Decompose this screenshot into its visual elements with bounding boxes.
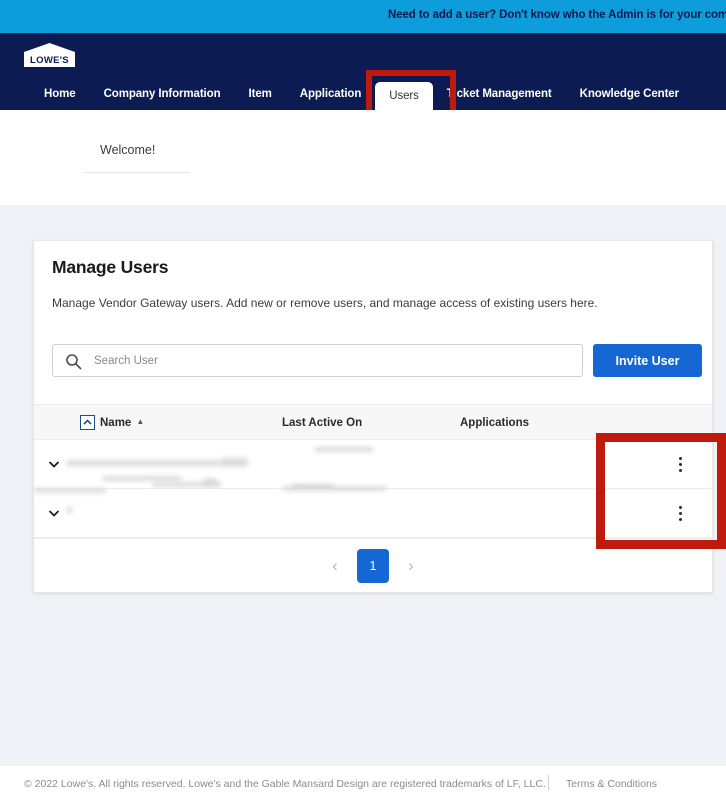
footer-divider bbox=[548, 775, 549, 790]
search-input[interactable] bbox=[94, 345, 579, 376]
main-nav: Home Company Information Item Applicatio… bbox=[0, 78, 726, 110]
redacted-user-name-end bbox=[220, 458, 248, 467]
welcome-divider bbox=[85, 172, 190, 173]
promo-banner: Need to add a user? Don't know who the A… bbox=[0, 0, 726, 33]
footer-terms-link[interactable]: Terms & Conditions bbox=[566, 778, 657, 790]
table-row[interactable] bbox=[34, 489, 712, 538]
page-subtitle: Manage Vendor Gateway users. Add new or … bbox=[52, 296, 598, 310]
search-box[interactable] bbox=[52, 344, 583, 377]
nav-item-knowledge-center[interactable]: Knowledge Center bbox=[566, 78, 693, 110]
column-header-name[interactable]: Name ▲ bbox=[100, 417, 144, 429]
redacted-user-name bbox=[66, 460, 221, 466]
pagination-next-button[interactable]: › bbox=[403, 553, 419, 579]
chevron-down-icon[interactable] bbox=[47, 457, 61, 471]
nav-item-home[interactable]: Home bbox=[30, 78, 90, 110]
column-header-name-label: Name bbox=[100, 417, 131, 429]
chevron-down-icon[interactable] bbox=[47, 506, 61, 520]
pagination: ‹ 1 › bbox=[34, 538, 712, 593]
redacted-last-active-on bbox=[282, 486, 387, 491]
promo-banner-text: Need to add a user? Don't know who the A… bbox=[388, 9, 726, 21]
collapse-all-toggle[interactable] bbox=[80, 415, 95, 430]
search-icon bbox=[65, 353, 82, 370]
nav-item-company-information[interactable]: Company Information bbox=[90, 78, 235, 110]
table-row[interactable] bbox=[34, 440, 712, 489]
column-header-applications[interactable]: Applications bbox=[460, 417, 529, 429]
redacted-user-badge bbox=[202, 478, 218, 486]
manage-users-card: Manage Users Manage Vendor Gateway users… bbox=[33, 240, 713, 593]
welcome-strip: Welcome! bbox=[0, 110, 726, 205]
page-root: Need to add a user? Don't know who the A… bbox=[0, 0, 726, 798]
nav-list: Home Company Information Item Applicatio… bbox=[30, 78, 693, 110]
redacted-last-active-on bbox=[314, 447, 374, 452]
welcome-message: Welcome! bbox=[100, 143, 155, 157]
table-header-row: Name ▲ Last Active On Applications bbox=[34, 404, 712, 440]
redacted-user-email bbox=[102, 476, 182, 481]
kebab-menu-icon[interactable] bbox=[673, 457, 687, 473]
invite-user-button[interactable]: Invite User bbox=[593, 344, 702, 377]
kebab-menu-icon[interactable] bbox=[673, 506, 687, 522]
nav-item-item[interactable]: Item bbox=[235, 78, 286, 110]
sort-ascending-icon: ▲ bbox=[136, 417, 144, 426]
footer-copyright: © 2022 Lowe's. All rights reserved. Lowe… bbox=[24, 778, 546, 790]
lowes-logo[interactable]: LOWE'S bbox=[22, 42, 77, 68]
nav-item-users[interactable]: Users bbox=[375, 82, 433, 110]
svg-text:LOWE'S: LOWE'S bbox=[30, 55, 69, 66]
nav-item-application[interactable]: Application bbox=[286, 78, 376, 110]
site-footer: © 2022 Lowe's. All rights reserved. Lowe… bbox=[0, 765, 726, 798]
page-title: Manage Users bbox=[52, 257, 168, 278]
pagination-prev-button[interactable]: ‹ bbox=[327, 553, 343, 579]
redacted-user-meta bbox=[34, 488, 106, 493]
pagination-page-1[interactable]: 1 bbox=[357, 549, 389, 583]
site-header: LOWE'S bbox=[0, 33, 726, 78]
redacted-user-name bbox=[67, 506, 72, 514]
column-header-last-active-on[interactable]: Last Active On bbox=[282, 417, 362, 429]
nav-item-ticket-management[interactable]: Ticket Management bbox=[433, 78, 566, 110]
